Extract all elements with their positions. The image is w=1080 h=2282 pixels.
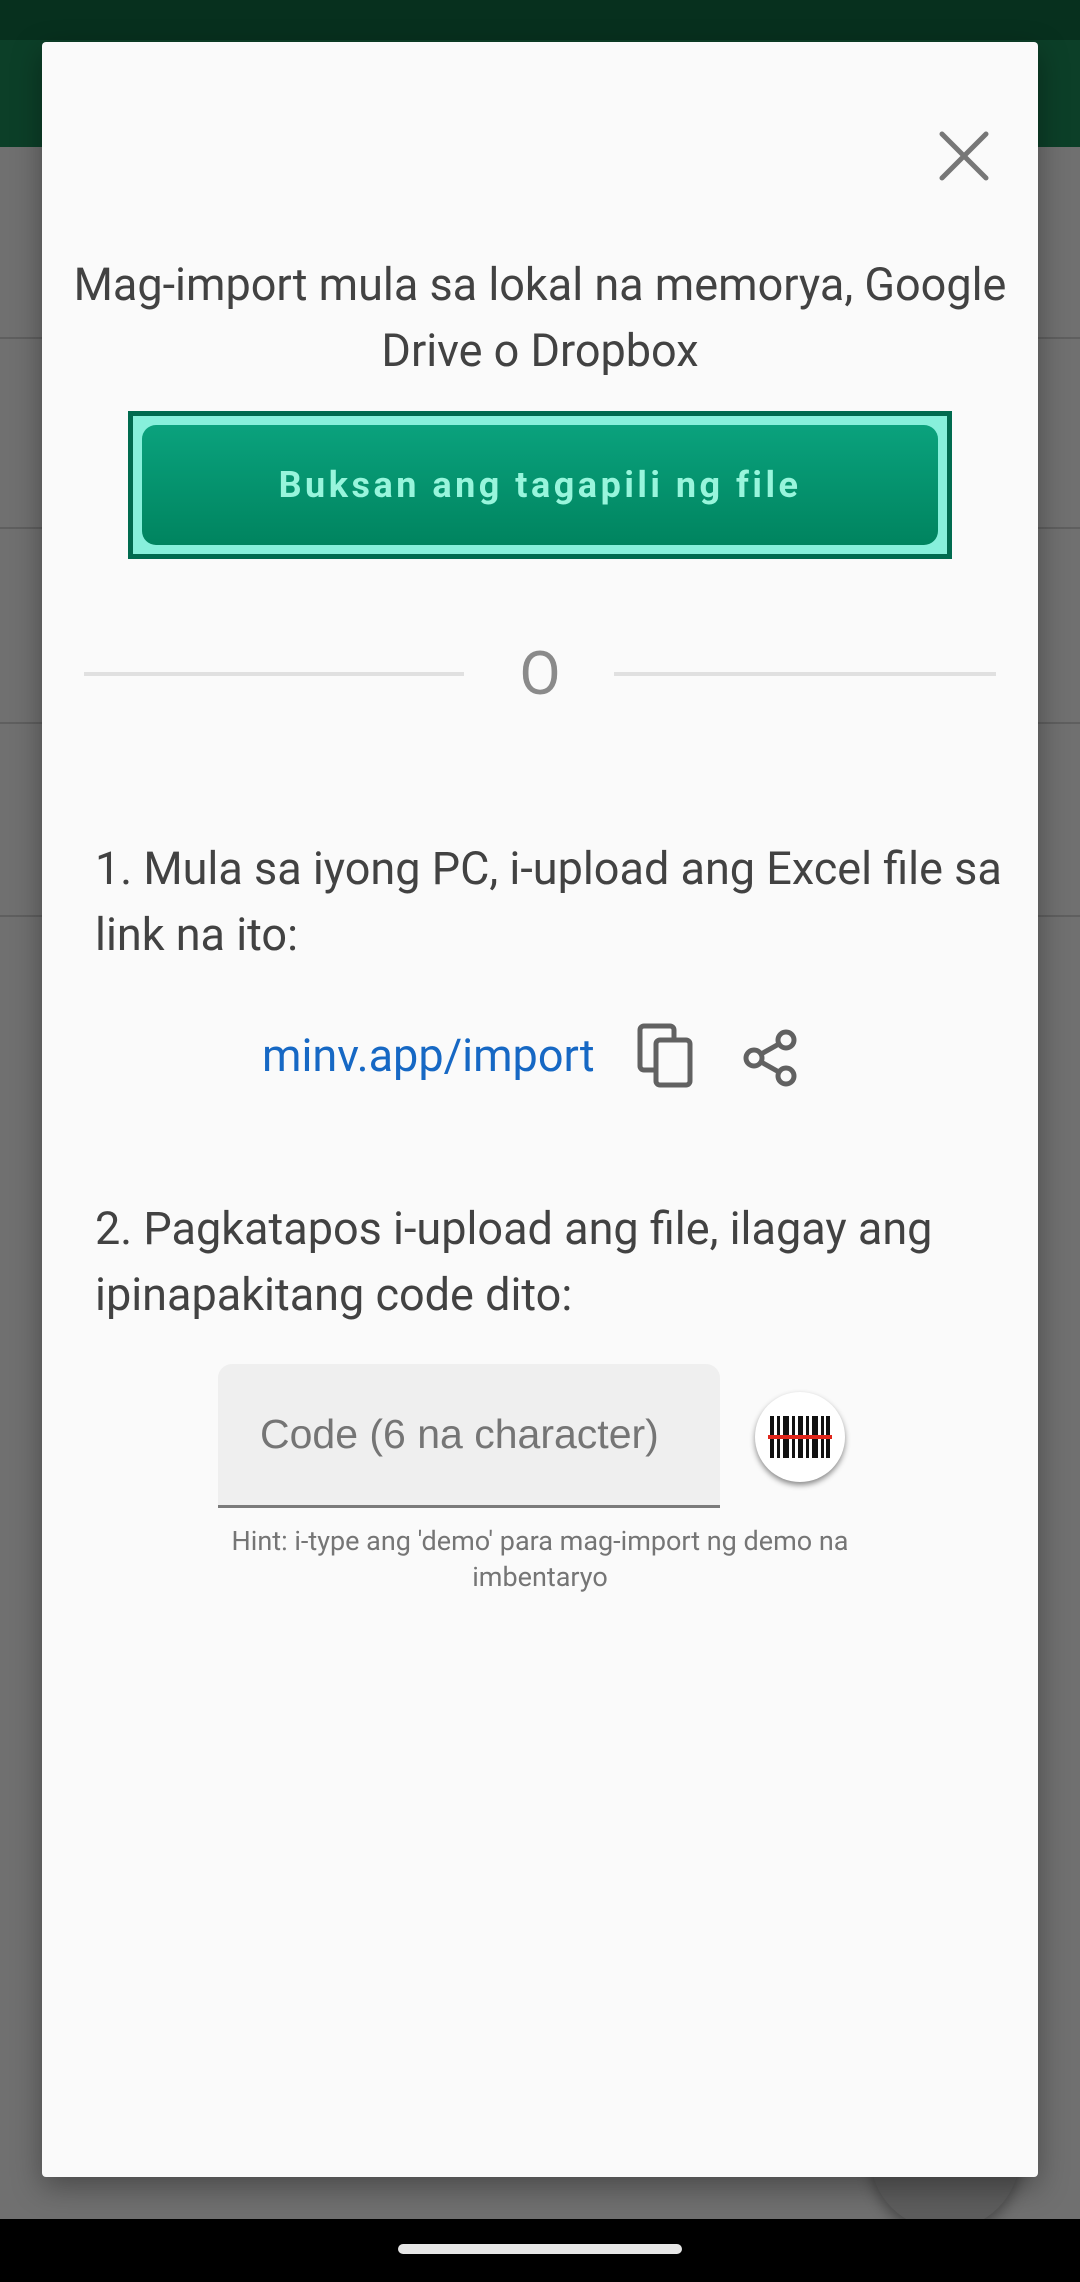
divider-right xyxy=(614,672,996,676)
close-button[interactable] xyxy=(924,116,1004,196)
import-link[interactable]: minv.app/import xyxy=(262,1026,595,1086)
close-icon xyxy=(939,131,989,181)
step-1-text: 1. Mula sa iyong PC, i-upload ang Excel … xyxy=(95,842,1002,961)
step-2-text: 2. Pagkatapos i-upload ang file, ilagay … xyxy=(95,1202,933,1321)
divider-left xyxy=(84,672,464,676)
file-picker-focus-ring: Buksan ang tagapili ng file xyxy=(128,411,952,559)
share-icon xyxy=(743,1029,797,1087)
scan-barcode-button[interactable] xyxy=(755,1392,845,1482)
dialog-title: Mag-import mula sa lokal na memorya, Goo… xyxy=(73,258,1007,377)
open-file-picker-button[interactable]: Buksan ang tagapili ng file xyxy=(142,425,938,545)
barcode-scan-icon xyxy=(768,1416,832,1458)
code-input[interactable] xyxy=(218,1364,720,1505)
hint-text: Hint: i-type ang 'demo' para mag-import … xyxy=(231,1525,849,1593)
code-input-field[interactable] xyxy=(218,1364,720,1508)
share-link-button[interactable] xyxy=(734,1022,806,1094)
status-bar xyxy=(0,0,1080,40)
home-gesture-handle[interactable] xyxy=(398,2244,682,2254)
divider-or-text: O xyxy=(519,638,561,709)
copy-icon xyxy=(637,1023,693,1088)
copy-link-button[interactable] xyxy=(630,1020,702,1092)
